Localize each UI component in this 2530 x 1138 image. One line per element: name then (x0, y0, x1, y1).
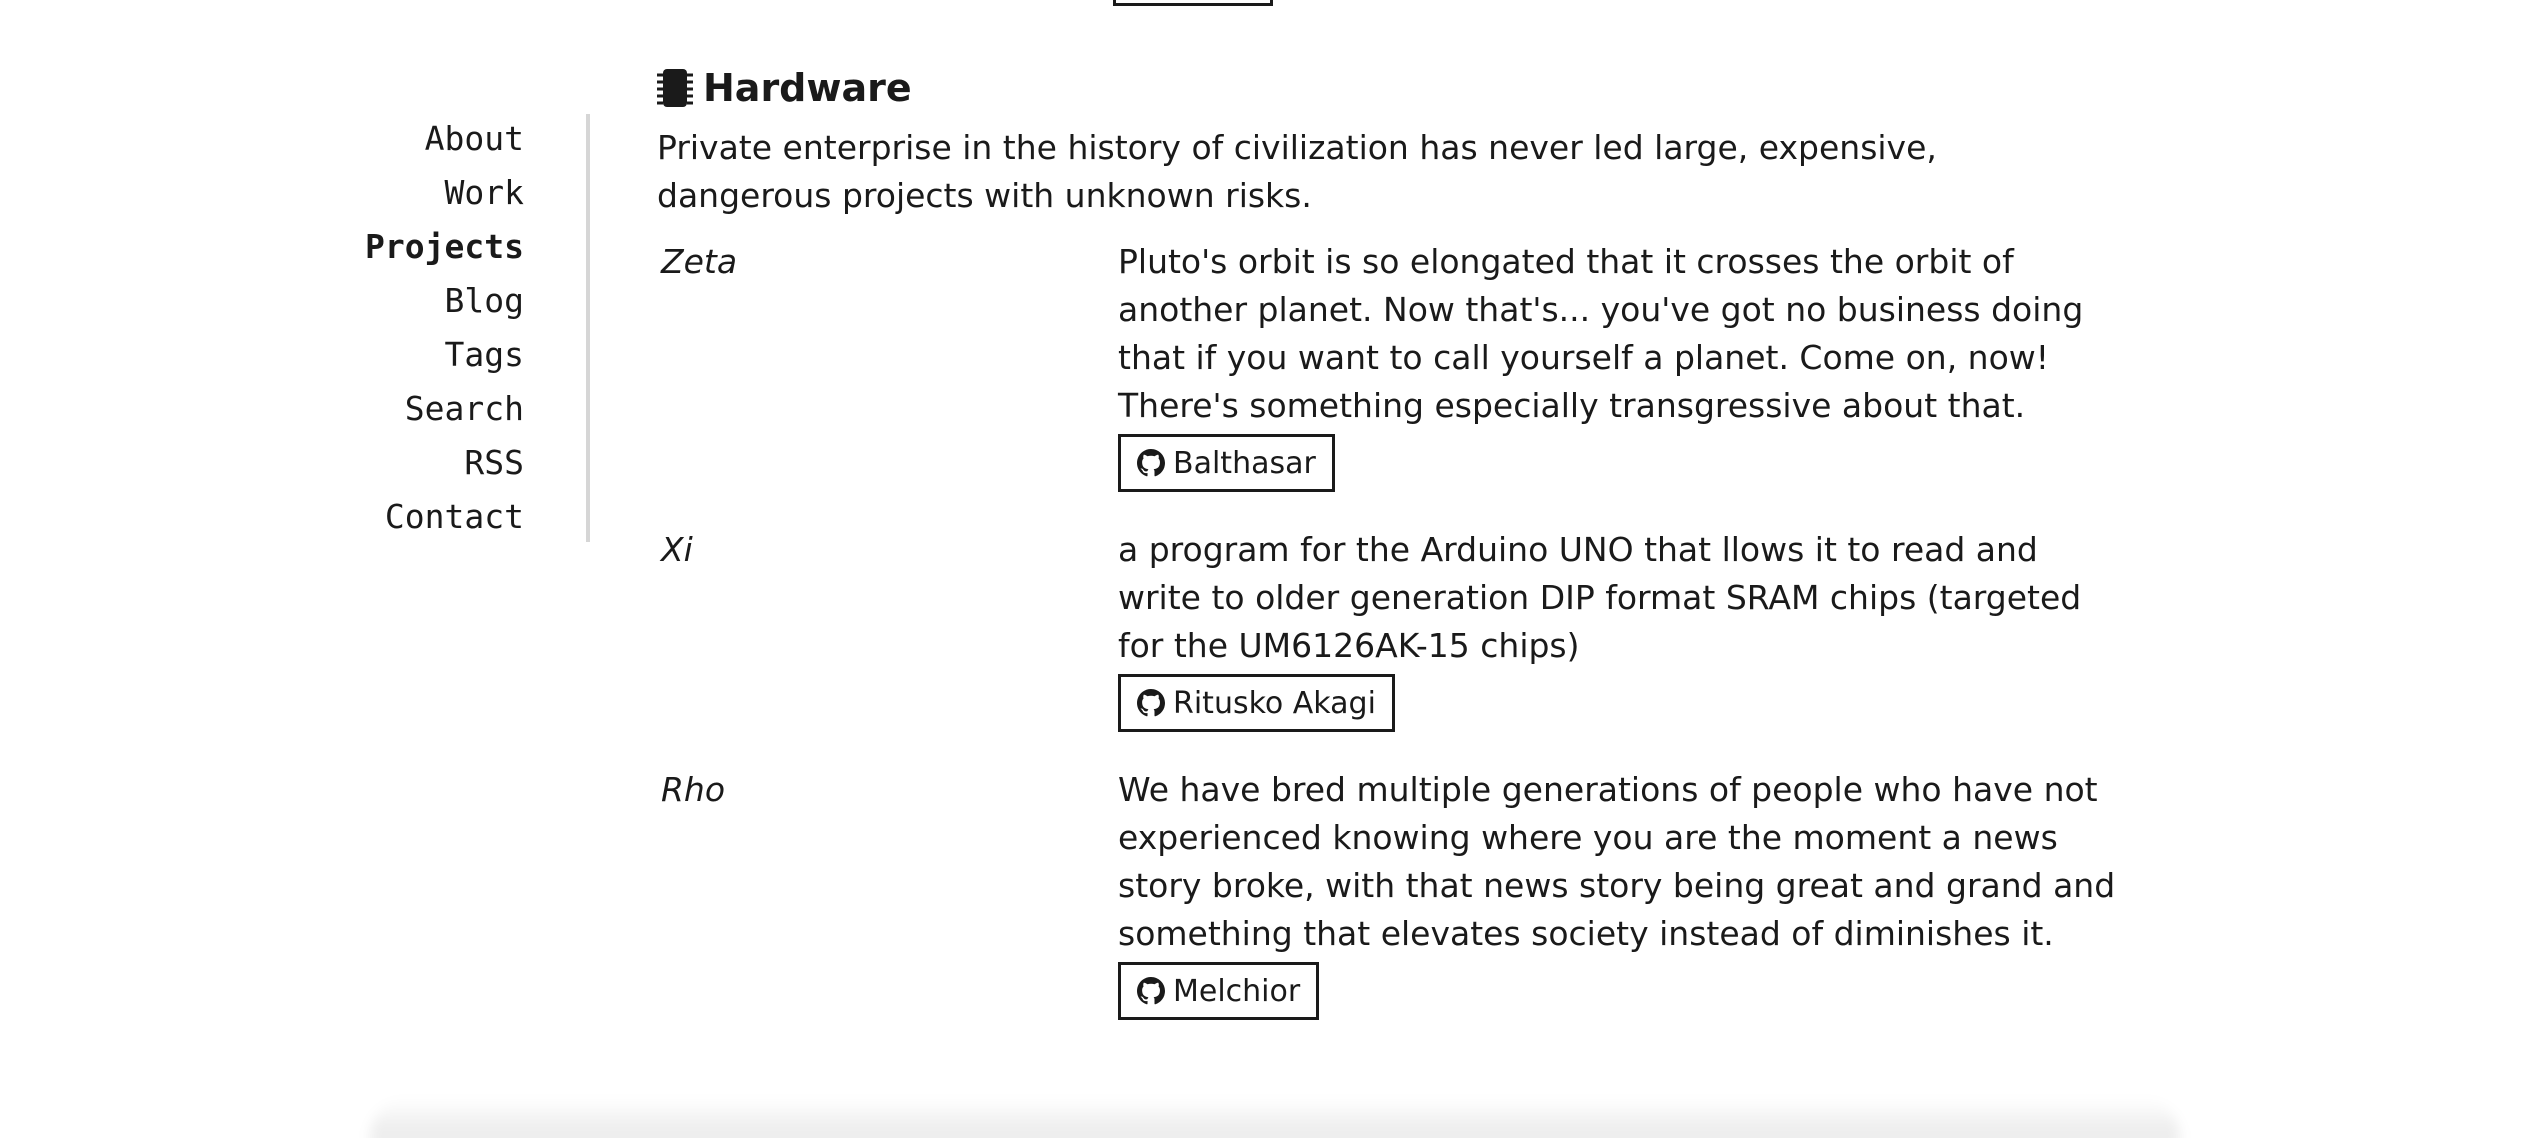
section-title: Hardware (703, 66, 912, 110)
github-button[interactable]: Ritusko Akagi (1118, 674, 1395, 732)
project-description: We have bred multiple generations of peo… (1118, 770, 2116, 953)
footer-shadow (370, 1098, 2180, 1138)
project-name: Zeta (661, 242, 738, 281)
section-intro: Private enterprise in the history of civ… (657, 128, 1937, 215)
github-button[interactable]: Balthasar (1118, 434, 1335, 492)
github-button-label: Ritusko Akagi (1173, 685, 1376, 721)
nav-item-search[interactable]: Search (300, 382, 524, 436)
nav-item-projects[interactable]: Projects (300, 220, 524, 274)
project-description: Pluto's orbit is so elongated that it cr… (1118, 242, 2084, 425)
nav-item-contact[interactable]: Contact (300, 490, 524, 544)
nav-item-about[interactable]: About (300, 112, 524, 166)
github-button[interactable]: Melchior (1118, 962, 1320, 1020)
project-list: Zeta Pluto's orbit is so elongated that … (657, 238, 2177, 1020)
project-name: Rho (661, 770, 726, 809)
project-body: Pluto's orbit is so elongated that it cr… (1118, 238, 2128, 492)
section-heading: Hardware (657, 60, 2177, 116)
project-body: a program for the Arduino UNO that llows… (1118, 526, 2128, 732)
chip-icon (657, 67, 693, 109)
project-item: Rho We have bred multiple generations of… (657, 766, 2177, 1020)
nav-divider (586, 114, 590, 542)
github-button-label: Melchior (1173, 973, 1301, 1009)
page: About Work Projects Blog Tags Search RSS… (0, 0, 2530, 1138)
project-item: Xi a program for the Arduino UNO that ll… (657, 526, 2177, 732)
nav-item-blog[interactable]: Blog (300, 274, 524, 328)
github-icon (1137, 977, 1165, 1005)
project-description: a program for the Arduino UNO that llows… (1118, 530, 2082, 665)
nav-item-rss[interactable]: RSS (300, 436, 524, 490)
nav-item-work[interactable]: Work (300, 166, 524, 220)
project-item: Zeta Pluto's orbit is so elongated that … (657, 238, 2177, 492)
main-content: Hardware Private enterprise in the histo… (657, 60, 2177, 1054)
previous-section-button[interactable] (1113, 0, 1273, 6)
github-button-label: Balthasar (1173, 445, 1316, 481)
nav-item-tags[interactable]: Tags (300, 328, 524, 382)
project-body: We have bred multiple generations of peo… (1118, 766, 2128, 1020)
github-icon (1137, 449, 1165, 477)
github-icon (1137, 689, 1165, 717)
project-name: Xi (661, 530, 693, 569)
sidebar-nav: About Work Projects Blog Tags Search RSS… (300, 112, 524, 544)
